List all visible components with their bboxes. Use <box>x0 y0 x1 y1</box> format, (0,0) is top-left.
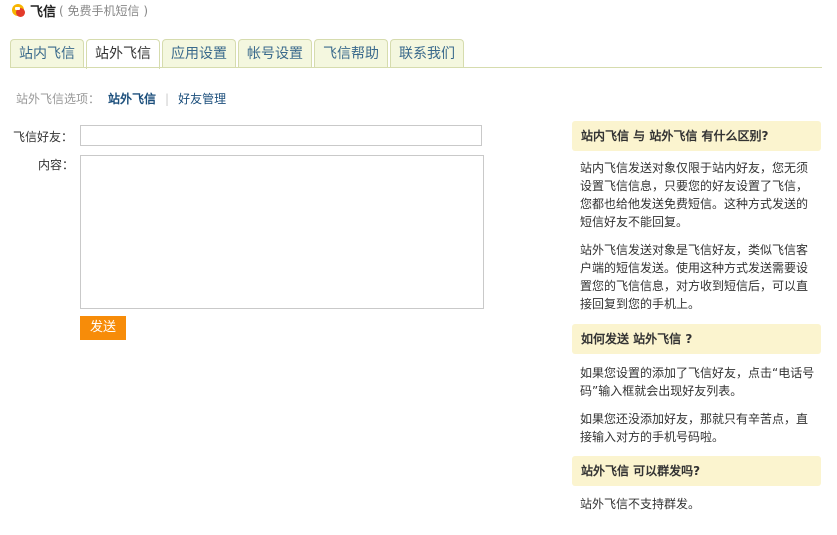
app-header: 飞信 ( 免费手机短信 ) <box>12 1 149 20</box>
faq-answer-paragraph: 站外飞信不支持群发。 <box>580 497 701 511</box>
tab-app-settings[interactable]: 应用设置 <box>162 39 236 67</box>
fetion-logo-icon <box>12 3 27 18</box>
faq-answer-paragraph: 如果您设置的添加了飞信好友，点击“电话号码”输入框就会出现好友列表。 <box>580 366 815 398</box>
tab-bar: 站内飞信 站外飞信 应用设置 帐号设置 飞信帮助 联系我们 <box>10 39 466 69</box>
faq-question-how-to-send: 如何发送 站外飞信 ? <box>572 324 821 354</box>
subnav-label: 站外飞信选项： <box>16 92 101 106</box>
faq-question-group-send: 站外飞信 可以群发吗? <box>572 456 821 486</box>
tab-external-fetion[interactable]: 站外飞信 <box>86 39 160 69</box>
tab-divider <box>10 67 822 68</box>
faq-answer-paragraph: 站内飞信发送对象仅限于站内好友，您无须设置飞信信息，只要您的好友设置了飞信，您都… <box>580 161 809 229</box>
tab-contact-us[interactable]: 联系我们 <box>390 39 464 67</box>
faq-question-difference: 站内飞信 与 站外飞信 有什么区别? <box>572 121 821 151</box>
app-title: 飞信 <box>30 4 57 20</box>
tab-account-settings[interactable]: 帐号设置 <box>238 39 312 67</box>
tab-site-fetion[interactable]: 站内飞信 <box>10 39 84 67</box>
faq-answer-paragraph: 如果您还没添加好友，那就只有辛苦点，直接输入对方的手机号码啦。 <box>580 412 809 444</box>
subnav-current: 站外飞信 <box>108 92 157 106</box>
subnav-separator: | <box>165 91 170 106</box>
tab-fetion-help[interactable]: 飞信帮助 <box>314 39 388 67</box>
content-textarea[interactable] <box>80 155 484 309</box>
friend-input[interactable] <box>80 125 482 146</box>
sub-navigation: 站外飞信选项： 站外飞信 | 好友管理 <box>16 90 226 107</box>
content-field-label: 内容： <box>38 158 75 172</box>
faq-answer-paragraph: 站外飞信发送对象是飞信好友，类似飞信客户端的短信发送。使用这种方式发送需要设置您… <box>580 243 809 311</box>
app-subtitle: ( 免费手机短信 ) <box>59 3 149 18</box>
send-button[interactable]: 发送 <box>80 316 126 340</box>
friend-field-label: 飞信好友： <box>13 130 74 144</box>
friend-management-link[interactable]: 好友管理 <box>178 90 226 107</box>
